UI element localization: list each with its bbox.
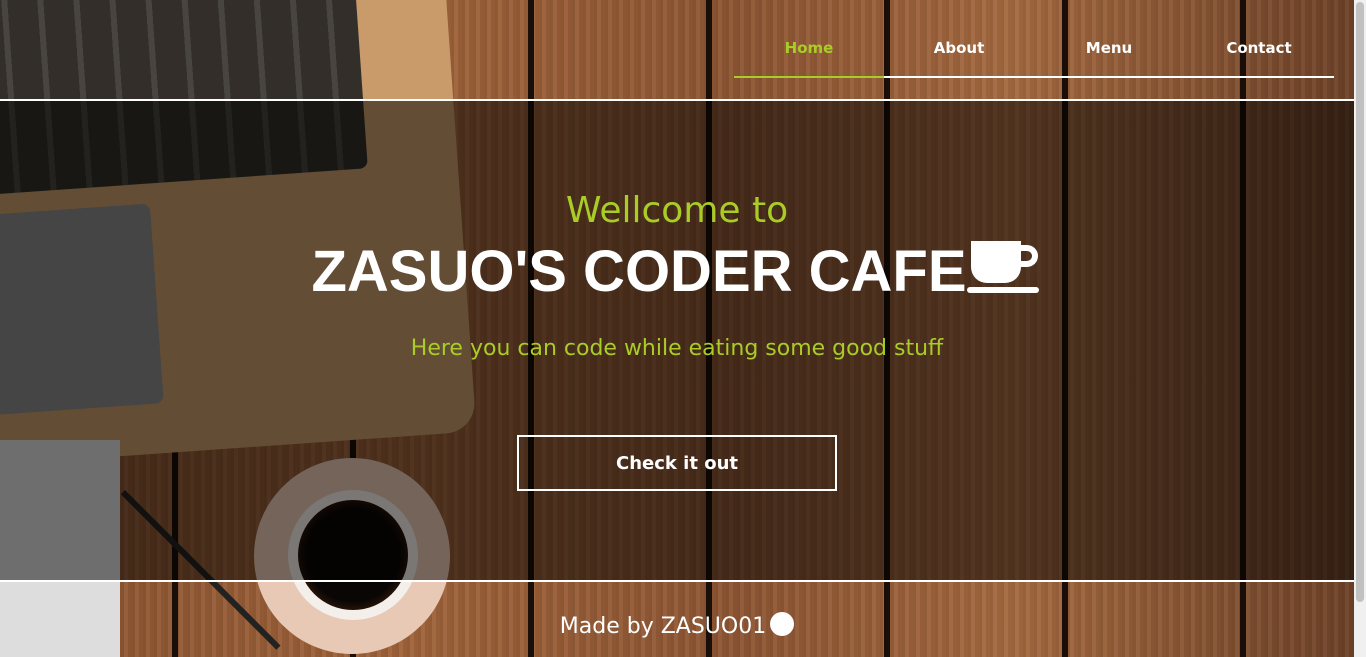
footer: Made by ZASUO01 (0, 612, 1354, 642)
subtitle: Here you can code while eating some good… (410, 336, 944, 361)
scrollbar[interactable] (1354, 0, 1366, 657)
welcome-text: Wellcome to (565, 190, 789, 231)
header-divider (0, 99, 1354, 101)
main-nav: Home About Menu Contact (734, 30, 1334, 78)
title-text: ZASUO'S CODER CAFE (311, 239, 967, 304)
github-icon[interactable] (770, 612, 795, 636)
page-title: ZASUO'S CODER CAFE (0, 238, 1354, 305)
check-it-out-button[interactable]: Check it out (517, 435, 837, 491)
nav-contact[interactable]: Contact (1184, 30, 1334, 76)
footer-divider (0, 580, 1354, 582)
nav-home[interactable]: Home (734, 30, 884, 78)
nav-about[interactable]: About (884, 30, 1034, 76)
footer-text: Made by ZASUO01 (559, 614, 767, 639)
coffee-cup-icon (966, 241, 1039, 293)
nav-menu[interactable]: Menu (1034, 30, 1184, 76)
scrollbar-thumb[interactable] (1356, 2, 1364, 602)
